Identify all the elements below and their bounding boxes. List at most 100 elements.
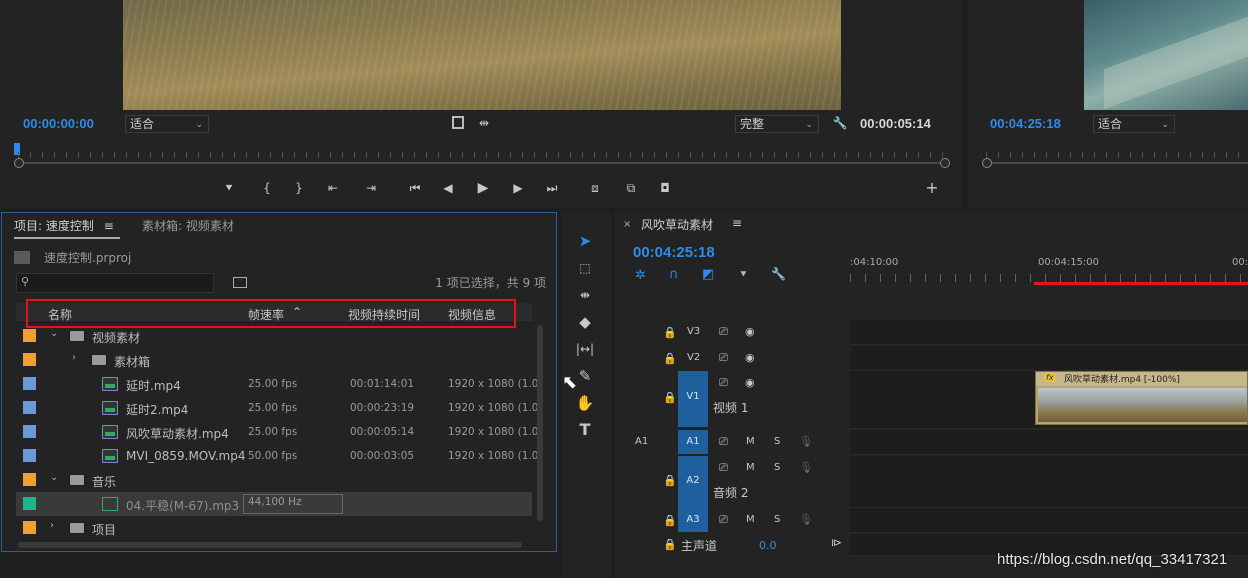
new-search-bin-icon[interactable] [233, 277, 247, 288]
source-timecode-current[interactable]: 00:00:00:00 [23, 116, 94, 131]
track-a1-area[interactable] [850, 430, 1248, 455]
source-quality-select[interactable]: 完整 ⌄ [735, 115, 819, 133]
mute-button[interactable]: M [746, 514, 755, 525]
program-zoom-handle-left[interactable] [982, 158, 992, 168]
source-a1-patch[interactable]: A1 [635, 436, 648, 447]
go-to-end-icon[interactable]: ⧐ [831, 536, 842, 549]
eye-icon[interactable]: ◉ [745, 376, 755, 389]
eye-icon[interactable]: ◉ [745, 351, 755, 364]
timeline-ruler[interactable]: :04:10:00 00:04:15:00 00: [850, 242, 1248, 286]
lock-icon[interactable]: 🔒 [663, 391, 677, 404]
add-marker-icon[interactable]: ⯆ [739, 268, 748, 282]
label-color-swatch[interactable] [23, 401, 36, 414]
snap-magnet-icon[interactable]: ∩ [669, 267, 679, 282]
source-zoom-handle-right[interactable] [940, 158, 950, 168]
program-timecode-current[interactable]: 00:04:25:18 [990, 116, 1061, 131]
label-color-swatch[interactable] [23, 497, 36, 510]
step-back-in-icon[interactable]: ⏮ [404, 180, 426, 196]
microphone-icon[interactable]: 🎙 [799, 435, 813, 448]
program-fit-select[interactable]: 适合 ⌄ [1093, 115, 1175, 133]
chevron-right-icon[interactable]: › [50, 520, 54, 531]
chevron-right-icon[interactable]: › [72, 352, 76, 363]
panel-menu-icon[interactable]: ≡ [732, 216, 742, 230]
export-frame-icon[interactable] [452, 116, 464, 129]
eye-icon[interactable]: ◉ [745, 325, 755, 338]
go-to-out-icon[interactable]: ⇥ [360, 180, 382, 196]
lock-icon[interactable]: 🔒 [663, 538, 677, 551]
chevron-down-icon[interactable]: ⌄ [50, 472, 58, 483]
folder-row[interactable]: › 项目 [16, 516, 532, 540]
track-a3-area[interactable] [850, 508, 1248, 533]
microphone-icon[interactable]: 🎙 [799, 513, 813, 526]
wrench-icon[interactable]: 🔧 [771, 267, 786, 281]
timeline-clip[interactable]: fx 风吹草动素材.mp4 [-100%] [1035, 371, 1248, 425]
step-forward-icon[interactable]: ▶ [507, 180, 529, 196]
sequence-tab[interactable]: 风吹草动素材 [641, 216, 713, 233]
sync-lock-icon[interactable]: ⎚ [719, 351, 728, 365]
source-fit-select[interactable]: 适合 ⌄ [125, 115, 209, 133]
track-v1-target[interactable]: V1 [678, 371, 708, 427]
ripple-edit-tool-icon[interactable]: ⇼ [573, 284, 597, 306]
sync-lock-icon[interactable]: ⎚ [719, 513, 728, 527]
lock-icon[interactable]: 🔒 [663, 514, 677, 527]
fx-badge[interactable]: fx [1044, 373, 1056, 382]
label-color-swatch[interactable] [23, 521, 36, 534]
list-item[interactable]: 04.平稳(M-67).mp3 44,100 Hz [16, 492, 532, 516]
track-a3-target[interactable]: A3 [678, 508, 708, 532]
close-icon[interactable]: × [623, 219, 631, 230]
track-v3-area[interactable] [850, 320, 1248, 345]
list-item[interactable]: 延时2.mp4 25.00 fps 00:00:23:19 1920 x 1080 (… [16, 396, 543, 420]
mute-button[interactable]: M [746, 462, 755, 473]
slip-tool-icon[interactable]: |↔| [573, 338, 597, 360]
mute-button[interactable]: M [746, 436, 755, 447]
folder-row[interactable]: › 素材箱 [16, 348, 532, 372]
add-marker-icon[interactable]: ⯆ [218, 180, 240, 196]
label-color-swatch[interactable] [23, 353, 36, 366]
folder-row[interactable]: ⌄ 视频素材 [16, 324, 532, 348]
list-item[interactable]: MVI_0859.MOV.mp4 50.00 fps 00:00:03:05 1920… [16, 444, 543, 468]
label-color-swatch[interactable] [23, 377, 36, 390]
lock-icon[interactable]: 🔒 [663, 326, 677, 339]
track-v2-area[interactable] [850, 346, 1248, 371]
search-input[interactable]: ⚲ [16, 273, 214, 293]
solo-button[interactable]: S [774, 436, 780, 447]
lock-icon[interactable]: 🔒 [663, 474, 677, 487]
track-a2-area[interactable] [850, 456, 1248, 508]
tab-bin[interactable]: 素材箱: 视频素材 [142, 217, 234, 234]
horizontal-scrollbar[interactable] [18, 542, 522, 548]
label-color-swatch[interactable] [23, 329, 36, 342]
list-item[interactable]: 延时.mp4 25.00 fps 00:01:14:01 1920 x 1080 (1… [16, 372, 543, 396]
track-select-tool-icon[interactable]: ⬚ [573, 257, 597, 279]
lock-icon[interactable]: 🔒 [663, 352, 677, 365]
master-volume-value[interactable]: 0.0 [759, 539, 777, 552]
solo-button[interactable]: S [774, 462, 780, 473]
source-zoom-bar[interactable] [20, 162, 940, 164]
track-a2-target[interactable]: A2 [678, 456, 708, 508]
source-zoom-handle-left[interactable] [14, 158, 24, 168]
selection-tool-icon[interactable]: ➤ [573, 230, 597, 252]
go-to-in-icon[interactable]: ⇤ [322, 180, 344, 196]
mark-in-icon[interactable]: { [256, 180, 278, 196]
insert-icon[interactable]: ⧈ [584, 180, 606, 196]
type-tool-icon[interactable]: T [573, 419, 597, 441]
hand-tool-icon[interactable]: ✋ [573, 392, 597, 414]
mark-out-icon[interactable]: } [288, 180, 310, 196]
linked-selection-icon[interactable]: ◩ [702, 267, 714, 282]
panel-menu-icon[interactable]: ≡ [104, 219, 114, 233]
wrench-icon[interactable]: 🔧 [829, 115, 851, 131]
sync-lock-icon[interactable]: ⎚ [719, 376, 728, 390]
vertical-scrollbar[interactable] [537, 325, 543, 521]
razor-tool-icon[interactable]: ◆ [573, 311, 597, 333]
track-a1-target[interactable]: A1 [678, 430, 708, 454]
drag-video-audio-icon[interactable]: ⇹ [473, 115, 495, 131]
label-color-swatch[interactable] [23, 473, 36, 486]
play-icon[interactable]: ▶ [472, 180, 494, 196]
camera-icon[interactable]: ◘ [654, 180, 676, 196]
list-item[interactable]: 风吹草动素材.mp4 25.00 fps 00:00:05:14 1920 x 108… [16, 420, 543, 444]
snap-nest-icon[interactable]: ✲ [635, 268, 646, 283]
step-back-icon[interactable]: ◀ [437, 180, 459, 196]
folder-row[interactable]: ⌄ 音乐 [16, 468, 532, 492]
tab-project[interactable]: 项目: 速度控制 ≡ [14, 217, 114, 234]
label-color-swatch[interactable] [23, 425, 36, 438]
sync-lock-icon[interactable]: ⎚ [719, 435, 728, 449]
